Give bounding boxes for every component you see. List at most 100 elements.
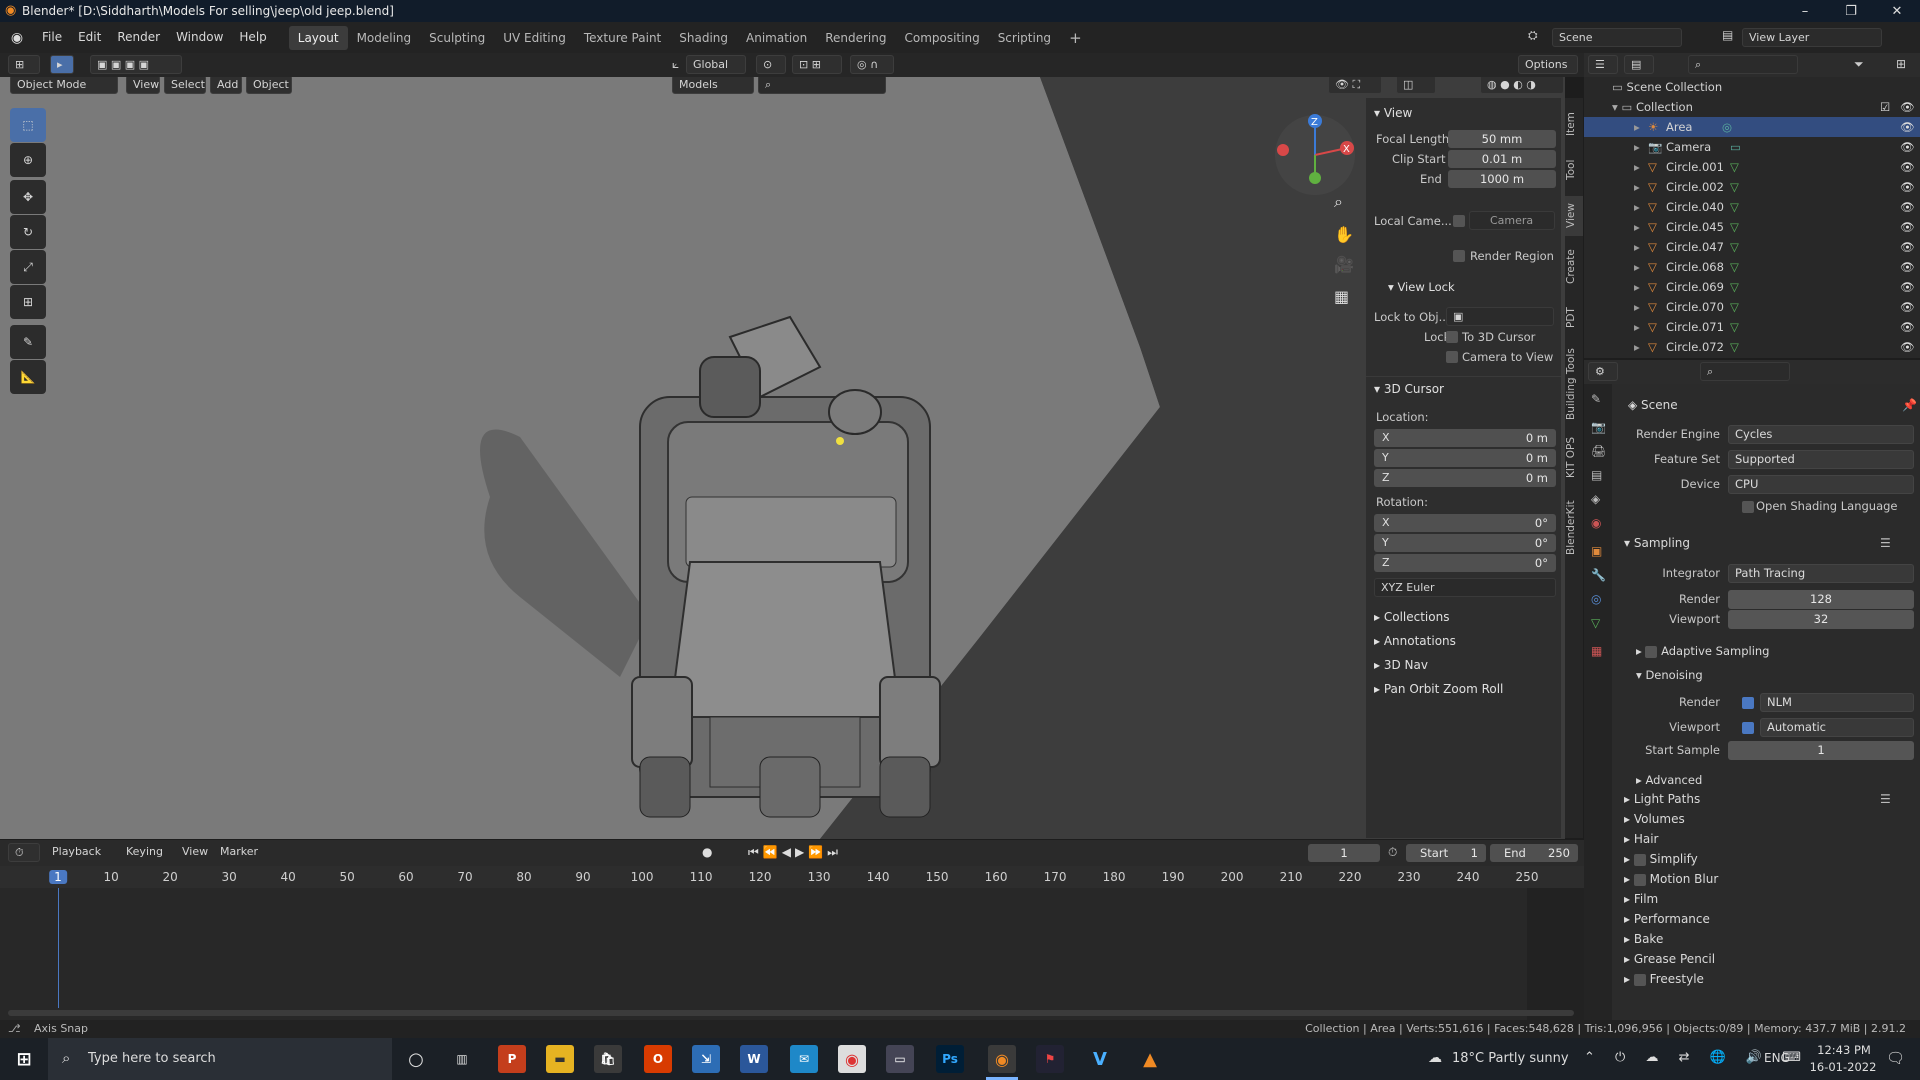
end-frame-field[interactable]: End 250 [1490,844,1578,862]
app3-icon[interactable]: ⚑ [1036,1045,1064,1073]
properties-section-header[interactable]: ▸ Film [1624,892,1658,906]
tab-view[interactable]: View [1565,196,1583,236]
scene-selector[interactable]: Scene [1552,28,1682,47]
tab-rendering[interactable]: Rendering [816,26,895,50]
cursor-tool[interactable]: ⊕ [10,143,46,177]
pin-icon[interactable]: 📌 [1902,398,1917,412]
3d-cursor-header[interactable]: ▾ 3D Cursor [1374,382,1444,396]
light-paths-presets-icon[interactable]: ☰ [1880,792,1891,806]
output-tab-icon[interactable]: 🖨 [1591,444,1606,458]
input-language[interactable]: ENG [1764,1051,1790,1065]
restore-button[interactable]: ❐ [1828,0,1874,22]
tab-shading[interactable]: Shading [670,26,737,50]
rotate-tool[interactable]: ↻ [10,215,46,249]
app-icon[interactable]: ⇲ [692,1045,720,1073]
tab-texture-paint[interactable]: Texture Paint [575,26,670,50]
properties-section-header[interactable]: ▸ Bake [1624,932,1663,946]
tab-layout[interactable]: Layout [288,25,348,50]
tab-create[interactable]: Create [1565,242,1583,292]
tool-tab-icon[interactable]: ✎ [1591,392,1601,406]
local-camera-field[interactable]: Camera [1469,211,1555,230]
viewport-samples-field[interactable]: 32 [1728,610,1914,629]
outliner-row-item[interactable]: ▸ ☀ Area ◎ 👁 [1584,117,1920,137]
visibility-eye-icon[interactable]: 👁 [1900,157,1915,177]
view-layer-icon[interactable]: ▤ [1722,28,1733,42]
object-data-icon[interactable]: ▽ [1730,177,1739,197]
collections-panel-header[interactable]: ▸ Collections [1374,610,1449,624]
timeline-editor-type[interactable]: ⏱ [8,843,40,862]
ortho-grid-icon[interactable]: ▦ [1334,287,1349,306]
view-panel-header[interactable]: ▾ View [1374,106,1412,120]
properties-editor-type[interactable]: ⚙ [1588,362,1618,381]
frame-ruler[interactable]: 1 10 20 30 40 50 60 70 80 90 100 110 120 130 140 150 160… [0,866,1584,888]
camera-view-icon[interactable]: 🎥 [1334,255,1354,274]
mail-icon[interactable]: ✉ [790,1045,818,1073]
cursor-location-y[interactable]: Y 0 m [1374,449,1556,467]
cursor-rotation-y[interactable]: Y 0° [1374,534,1556,552]
clip-start-field[interactable]: 0.01 m [1448,150,1556,168]
object-data-icon[interactable]: ▽ [1730,317,1739,337]
visibility-eye-icon[interactable]: 👁 [1900,277,1915,297]
expand-arrow-icon[interactable]: ▸ [1634,217,1640,237]
transform-orientation-dropdown[interactable]: Global [686,55,746,74]
view-menu[interactable]: View [126,77,160,94]
viewport-search-input[interactable]: ⌕ [758,77,886,94]
render-engine-dropdown[interactable]: Cycles [1728,425,1914,444]
shading-mode-buttons[interactable]: ◍ ● ◐ ◑ [1480,77,1564,94]
properties-section-header[interactable]: ▸ Light Paths [1624,792,1700,806]
tab-kit-ops[interactable]: KIT OPS [1565,430,1583,486]
visibility-eye-icon[interactable]: 👁 [1900,317,1915,337]
properties-section-header[interactable]: ▸ Hair [1624,832,1659,846]
playback-controls-icon[interactable]: ⏮⏪◀▶⏩⏭ [748,845,842,860]
filter-icon[interactable]: ⏷ [1854,57,1864,72]
windows-start-icon[interactable]: ⊞ [10,1045,38,1073]
tab-tool[interactable]: Tool [1565,150,1583,190]
store-icon[interactable]: 🛍 [594,1045,622,1073]
section-enable-checkbox[interactable] [1633,973,1646,986]
clock-date[interactable]: 16-01-2022 [1808,1060,1878,1074]
current-frame-field[interactable]: 1 [1308,844,1380,862]
outliner-row-item[interactable]: ▸ ▽ Circle.047 ▽ 👁 [1584,237,1920,257]
denoise-viewport-checkbox[interactable] [1742,722,1754,734]
navigation-gizmo[interactable]: Z X [1272,112,1358,198]
tab-building-tools[interactable]: Building Tools [1565,344,1583,424]
measure-tool[interactable]: 📐 [10,360,46,394]
outliner-editor-type[interactable]: ☰ [1588,55,1618,74]
outliner-row-scene-collection[interactable]: ▭ Scene Collection [1584,77,1920,97]
properties-section-header[interactable]: ▸ Volumes [1624,812,1685,826]
word-icon[interactable]: W [740,1045,768,1073]
add-menu[interactable]: Add [210,77,242,94]
select-tool-icon[interactable]: ▸ [50,55,74,74]
section-enable-checkbox[interactable] [1633,853,1646,866]
expand-arrow-icon[interactable]: ▸ [1634,237,1640,257]
denoising-header[interactable]: ▾ Denoising [1636,668,1703,682]
visibility-eye-icon[interactable]: 👁 [1900,257,1915,277]
expand-arrow-icon[interactable]: ▸ [1634,137,1640,157]
add-workspace-icon[interactable]: + [1060,26,1091,50]
properties-section-header[interactable]: ▸ Motion Blur [1624,872,1718,886]
outliner-row-item[interactable]: ▸ ▽ Circle.001 ▽ 👁 [1584,157,1920,177]
minimize-button[interactable]: – [1782,0,1828,22]
local-camera-checkbox[interactable] [1453,215,1465,227]
pan-orbit-panel-header[interactable]: ▸ Pan Orbit Zoom Roll [1374,682,1503,696]
visibility-eye-icon[interactable]: 👁 [1900,177,1915,197]
outliner-display-mode[interactable]: ▤ [1624,55,1654,74]
weather-text[interactable]: 18°C Partly sunny [1452,1051,1569,1066]
outliner-row-item[interactable]: ▸ ▽ Circle.040 ▽ 👁 [1584,197,1920,217]
timeline-scrollbar[interactable] [8,1010,1574,1016]
lock-to-object-field[interactable]: ▣ [1446,307,1554,326]
outliner-row-item[interactable]: ▸ ▽ Circle.068 ▽ 👁 [1584,257,1920,277]
photoshop-icon[interactable]: Ps [936,1045,964,1073]
tab-scripting[interactable]: Scripting [989,26,1060,50]
object-data-icon[interactable]: ▽ [1730,257,1739,277]
integrator-dropdown[interactable]: Path Tracing [1728,564,1914,583]
osl-checkbox[interactable] [1742,501,1754,513]
physics-tab-icon[interactable]: ◎ [1591,592,1601,606]
scene-tab-icon[interactable]: ◈ [1591,492,1600,506]
adaptive-sampling-checkbox[interactable] [1645,645,1658,658]
tab-pdt[interactable]: PDT [1565,298,1583,338]
rotation-mode-dropdown[interactable]: XYZ Euler [1374,578,1556,597]
object-data-icon[interactable]: ▽ [1730,157,1739,177]
select-box-tool[interactable]: ⬚ [10,108,46,142]
menu-render[interactable]: Render [109,22,168,53]
